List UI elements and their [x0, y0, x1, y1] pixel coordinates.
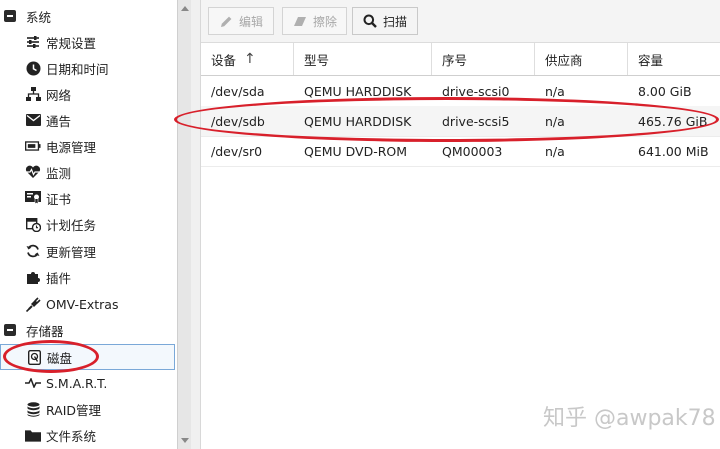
envelope-icon [25, 112, 41, 128]
cell-capacity: 465.76 GiB [638, 113, 708, 129]
column-header-vendor[interactable]: 供应商 [535, 43, 628, 75]
calendar-clock-icon [25, 216, 41, 232]
database-icon [25, 401, 41, 417]
column-header-model[interactable]: 型号 [294, 43, 432, 75]
sidebar-item-label: 证书 [46, 191, 72, 207]
table-row[interactable]: /dev/sr0 QEMU DVD-ROM QM00003 n/a 641.00… [201, 136, 720, 167]
watermark: 知乎 @awpak78 [543, 406, 716, 431]
cell-model: QEMU DVD-ROM [304, 143, 408, 159]
network-icon [25, 86, 41, 102]
sidebar-item-datetime[interactable]: 日期和时间 [0, 55, 177, 81]
scan-label: 扫描 [383, 14, 408, 29]
cell-vendor: n/a [545, 113, 565, 129]
sidebar-item-label: 监测 [46, 165, 72, 181]
scroll-up-icon[interactable] [181, 6, 189, 11]
edit-label: 编辑 [239, 14, 264, 29]
sidebar-item-label: 磁盘 [47, 350, 73, 366]
sidebar-item-label: 文件系统 [46, 428, 97, 444]
sidebar-item-label: S.M.A.R.T. [46, 375, 108, 391]
collapse-icon[interactable] [4, 324, 16, 336]
pulse-icon [25, 375, 41, 391]
toolbar: 编辑 擦除 扫描 [201, 0, 720, 43]
sidebar-item-smart[interactable]: S.M.A.R.T. [0, 370, 177, 396]
sidebar-item-label: 常规设置 [46, 35, 97, 51]
sidebar-item-certificates[interactable]: 证书 [0, 185, 177, 211]
sidebar-item-label: 通告 [46, 113, 72, 129]
sidebar-item-label: 插件 [46, 270, 72, 286]
disks-panel: 编辑 擦除 扫描 设备 ↑ 型号 序号 供应商 容量 /dev/sda QEMU… [201, 0, 720, 449]
scan-button[interactable]: 扫描 [352, 7, 418, 35]
collapse-icon[interactable] [4, 10, 16, 22]
table-row[interactable]: /dev/sda QEMU HARDDISK drive-scsi0 n/a 8… [201, 76, 720, 107]
sort-ascending-icon: ↑ [244, 51, 256, 67]
refresh-icon [25, 243, 41, 259]
cell-capacity: 8.00 GiB [638, 83, 692, 99]
cell-model: QEMU HARDDISK [304, 83, 412, 99]
folder-icon [25, 427, 41, 443]
sidebar-item-raid[interactable]: RAID管理 [0, 396, 177, 422]
clock-icon [25, 60, 41, 76]
heartbeat-icon [25, 164, 41, 180]
cell-device: /dev/sda [211, 83, 265, 99]
column-header-capacity[interactable]: 容量 [628, 43, 720, 75]
sidebar-item-omv-extras[interactable]: OMV-Extras [0, 291, 177, 317]
table-row[interactable]: /dev/sdb QEMU HARDDISK drive-scsi5 n/a 4… [201, 106, 720, 137]
sliders-icon [25, 34, 41, 50]
sidebar-item-label: RAID管理 [46, 402, 102, 418]
puzzle-icon [25, 269, 41, 285]
panel-splitter[interactable] [191, 0, 201, 449]
wipe-button[interactable]: 擦除 [282, 7, 347, 35]
group-label: 存储器 [26, 323, 64, 339]
hard-disk-icon [26, 349, 42, 365]
cell-model: QEMU HARDDISK [304, 113, 412, 129]
cell-capacity: 641.00 MiB [638, 143, 709, 159]
table-header: 设备 ↑ 型号 序号 供应商 容量 [201, 43, 720, 76]
eraser-icon [293, 14, 307, 28]
sidebar-item-filesystems[interactable]: 文件系统 [0, 422, 177, 448]
pencil-icon [219, 14, 233, 28]
sidebar-nav: 系统 常规设置 日期和时间 网络 通告 电源管理 监测 证书 计划任务 更新管理… [0, 0, 177, 449]
group-storage[interactable]: 存储器 [0, 317, 177, 343]
sidebar-item-power[interactable]: 电源管理 [0, 133, 177, 159]
cell-device: /dev/sdb [211, 113, 265, 129]
cell-serial: drive-scsi5 [442, 113, 510, 129]
sidebar-item-monitoring[interactable]: 监测 [0, 159, 177, 185]
search-icon [363, 14, 377, 28]
wipe-label: 擦除 [313, 14, 338, 29]
sidebar-item-scheduled-tasks[interactable]: 计划任务 [0, 211, 177, 237]
cell-vendor: n/a [545, 83, 565, 99]
column-header-device[interactable]: 设备 ↑ [201, 43, 294, 75]
sidebar-item-label: 电源管理 [46, 139, 97, 155]
scroll-down-icon[interactable] [181, 438, 189, 443]
column-header-serial[interactable]: 序号 [432, 43, 535, 75]
sidebar-item-label: 日期和时间 [46, 61, 109, 77]
group-system[interactable]: 系统 [0, 3, 177, 29]
sidebar-item-network[interactable]: 网络 [0, 81, 177, 107]
certificate-icon [25, 190, 41, 206]
battery-icon [25, 138, 41, 154]
sidebar-item-disks[interactable]: 磁盘 [0, 344, 175, 370]
sidebar-item-plugins[interactable]: 插件 [0, 264, 177, 290]
cell-serial: QM00003 [442, 143, 503, 159]
cell-serial: drive-scsi0 [442, 83, 510, 99]
sidebar-item-label: 网络 [46, 87, 72, 103]
sidebar-item-update-management[interactable]: 更新管理 [0, 238, 177, 264]
cell-vendor: n/a [545, 143, 565, 159]
edit-button[interactable]: 编辑 [208, 7, 274, 35]
sidebar-item-label: 计划任务 [46, 217, 97, 233]
sidebar-item-general-settings[interactable]: 常规设置 [0, 29, 177, 55]
cell-device: /dev/sr0 [211, 143, 263, 159]
sidebar-item-notification[interactable]: 通告 [0, 107, 177, 133]
group-label: 系统 [26, 9, 52, 25]
sidebar-item-label: 更新管理 [46, 244, 97, 260]
sidebar-item-label: OMV-Extras [46, 296, 119, 312]
plug-icon [25, 296, 41, 312]
sidebar-scrollbar[interactable] [177, 0, 191, 449]
